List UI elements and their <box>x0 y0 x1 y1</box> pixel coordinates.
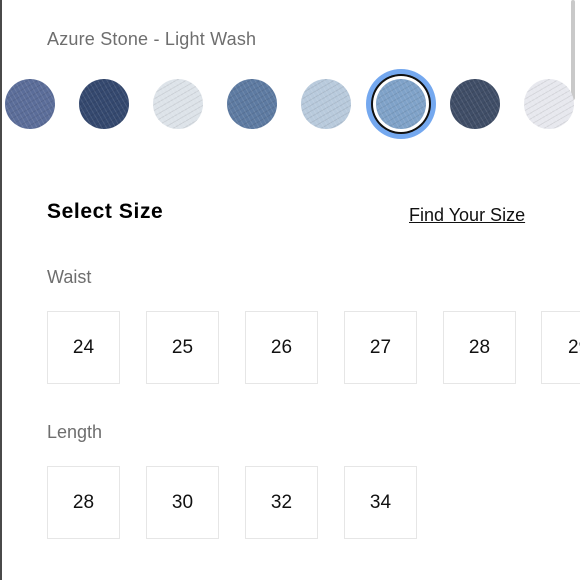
waist-option-26[interactable]: 26 <box>245 311 318 384</box>
selected-color-name: Azure Stone - Light Wash <box>47 29 257 49</box>
color-swatch-4[interactable] <box>227 79 277 129</box>
length-label: Length <box>47 422 103 442</box>
waist-option-27[interactable]: 27 <box>344 311 417 384</box>
waist-option-25[interactable]: 25 <box>146 311 219 384</box>
length-option-30[interactable]: 30 <box>146 466 219 539</box>
color-swatch-3[interactable] <box>153 79 203 129</box>
find-your-size-link[interactable]: Find Your Size <box>409 205 525 226</box>
waist-option-28[interactable]: 28 <box>443 311 516 384</box>
color-swatch-8[interactable] <box>524 79 574 129</box>
length-option-28[interactable]: 28 <box>47 466 120 539</box>
color-swatch-6-selected[interactable] <box>376 79 426 129</box>
waist-option-24[interactable]: 24 <box>47 311 120 384</box>
color-swatch-7[interactable] <box>450 79 500 129</box>
waist-option-29[interactable]: 29 <box>541 311 580 384</box>
select-size-heading: Select Size <box>47 200 164 223</box>
length-option-34[interactable]: 34 <box>344 466 417 539</box>
waist-label: Waist <box>47 267 92 287</box>
left-edge-divider <box>0 0 2 580</box>
color-swatch-5[interactable] <box>301 79 351 129</box>
color-swatch-2[interactable] <box>79 79 129 129</box>
swatch-scrollbar[interactable] <box>571 0 575 100</box>
color-swatch-1[interactable] <box>5 79 55 129</box>
length-option-32[interactable]: 32 <box>245 466 318 539</box>
